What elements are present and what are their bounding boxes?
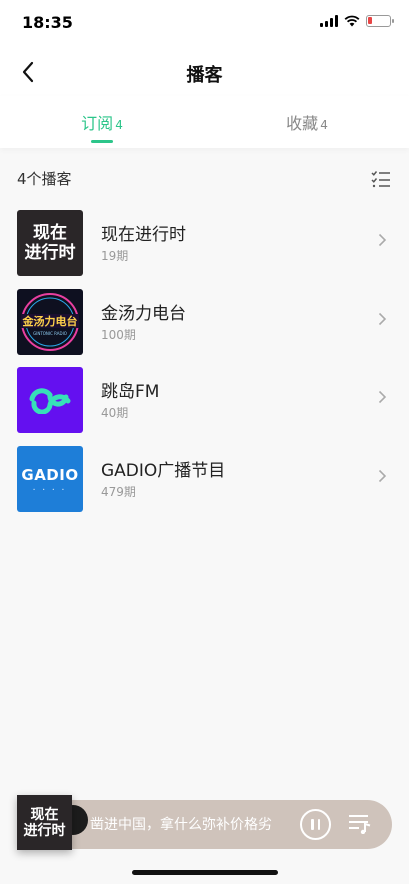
podcast-title: GADIO广播节目 (101, 460, 226, 481)
tab-subscriptions[interactable]: 订阅 4 (42, 110, 162, 134)
now-playing-cover[interactable]: 现在 进行时 (17, 795, 72, 850)
cover-subtext: • • • • (32, 486, 68, 492)
page-title: 播客 (186, 65, 223, 86)
episode-count: 19期 (101, 249, 129, 263)
manage-list-icon[interactable] (371, 170, 391, 188)
podcast-title: 现在进行时 (101, 225, 186, 245)
tab-bar: 订阅 4 收藏 4 (0, 96, 409, 148)
chevron-right-icon (378, 469, 387, 482)
cover-text: GADIO (21, 465, 79, 484)
status-time: 18:35 (22, 13, 73, 32)
tab-favorites[interactable]: 收藏 4 (247, 110, 367, 134)
battery-icon (366, 15, 394, 27)
chevron-right-icon (378, 390, 387, 404)
pause-button[interactable] (300, 809, 331, 840)
status-bar: 18:35 (0, 0, 409, 48)
tab-label: 收藏 (286, 114, 319, 133)
list-item[interactable]: GADIO • • • • GADIO广播节目 479期 (0, 444, 409, 523)
list-item[interactable]: 现在 进行时 现在进行时 19期 (0, 208, 409, 287)
chevron-right-icon (378, 312, 387, 325)
list-item[interactable]: 金汤力电台 GINTONIC RADIO 金汤力电台 100期 (0, 287, 409, 366)
pause-icon-bar (317, 819, 320, 830)
list-item[interactable]: 跳岛FM 40期 (0, 365, 409, 444)
tab-label: 订阅 (81, 114, 114, 133)
status-icons (320, 15, 394, 27)
cover-text: 金汤力电台 (22, 314, 78, 328)
podcast-cover: 现在 进行时 (17, 210, 83, 276)
wifi-icon (344, 15, 360, 27)
nav-bar: 播客 (0, 48, 409, 96)
tab-count: 4 (115, 118, 123, 132)
episode-count: 479期 (101, 484, 136, 499)
podcast-count: 4个播客 (17, 170, 72, 188)
playlist-icon[interactable] (348, 814, 372, 834)
podcast-cover: GADIO • • • • (17, 445, 83, 512)
signal-icon (320, 15, 338, 27)
cover-text: 进行时 (24, 243, 76, 263)
cover-text: 现在 (33, 223, 67, 243)
cover-subtext: GINTONIC RADIO (33, 331, 67, 336)
cover-text: 现在 (30, 806, 59, 823)
pause-icon (311, 819, 314, 830)
podcast-title: 跳岛FM (101, 382, 160, 402)
podcast-title: 金汤力电台 (101, 303, 186, 324)
list-header: 4个播客 (17, 168, 391, 192)
tab-indicator (91, 140, 113, 143)
episode-count: 40期 (101, 406, 129, 420)
podcast-cover (17, 367, 83, 433)
tab-count: 4 (320, 118, 328, 132)
wave-logo-icon (29, 388, 71, 414)
home-indicator (132, 870, 278, 875)
chevron-right-icon (378, 233, 387, 247)
episode-count: 100期 (101, 327, 136, 342)
podcast-list: 现在 进行时 现在进行时 19期 金汤力电台 GINTONIC RADIO 金汤… (0, 208, 409, 522)
radio-logo-icon: 金汤力电台 GINTONIC RADIO (21, 292, 79, 351)
cover-text: 进行时 (23, 822, 66, 839)
podcast-cover: 金汤力电台 GINTONIC RADIO (17, 288, 83, 355)
now-playing-title: 凿进中国，拿什么弥补价格劣 (90, 817, 272, 833)
